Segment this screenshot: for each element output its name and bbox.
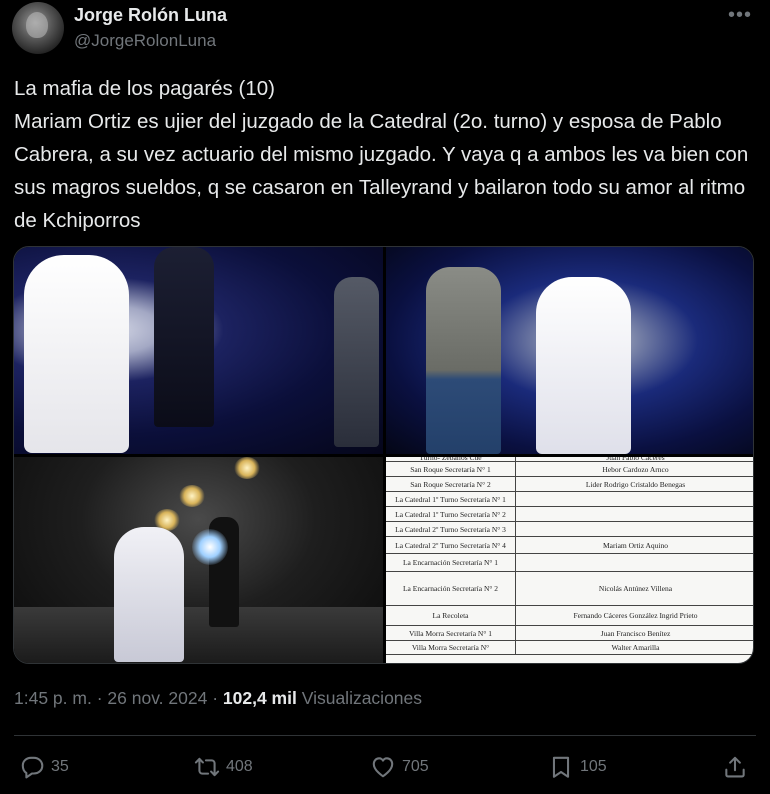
photo-figure	[334, 277, 379, 447]
document-row: La Catedral 1º Turno Secretaría N° 2	[386, 507, 753, 522]
photo-figure	[24, 255, 129, 453]
like-button[interactable]: 705	[370, 752, 429, 782]
document-cell-person: Hebor Cardozo Arnco	[602, 464, 669, 474]
document-row: Villa Morra Secretaría N° 1 Juan Francisc…	[386, 626, 753, 641]
document-cell-office: La Recoleta	[386, 606, 516, 625]
photo-1[interactable]	[14, 247, 383, 454]
photo-2[interactable]	[386, 247, 753, 454]
photo-3[interactable]	[14, 457, 383, 663]
photo-light	[192, 529, 228, 565]
document-cell-office: La Catedral 2º Turno Secretaría N° 3	[386, 522, 516, 536]
tweet-date[interactable]: 26 nov. 2024	[107, 688, 207, 708]
avatar[interactable]	[12, 2, 64, 54]
share-button[interactable]	[722, 752, 748, 782]
meta-separator: ·	[96, 688, 103, 708]
reply-button[interactable]: 35	[19, 752, 69, 782]
document-cell-office: La Catedral 2º Turno Secretaría N° 4	[386, 537, 516, 553]
photo-figure	[154, 247, 214, 427]
document-row: La Catedral 2º Turno Secretaría N° 4 Mari…	[386, 537, 753, 554]
document-cell-person: Juan Pablo Cáceres	[606, 457, 665, 462]
chandelier	[179, 485, 205, 507]
document-cell-office: Villa Morra Secretaría N° 1	[386, 626, 516, 640]
bookmark-icon	[552, 756, 570, 778]
document-cell-person: Juan Francisco Benítez	[600, 628, 671, 638]
document-row: La Encarnación Secretaría N° 1	[386, 554, 753, 572]
document-cell-office: San Roque Secretaría N° 2	[386, 477, 516, 491]
document-cell-person: Nicolás Antúnez Villena	[598, 584, 673, 593]
bookmark-count: 105	[580, 758, 607, 775]
document-row: La Encarnación Secretaría N° 2 Nicolás An…	[386, 572, 753, 606]
reply-icon	[21, 756, 44, 779]
meta-separator: ·	[212, 688, 219, 708]
document-cell-office: La Encarnación Secretaría N° 1	[386, 554, 516, 571]
like-count: 705	[402, 758, 429, 775]
document-cell-office: La Encarnación Secretaría N° 2	[386, 572, 516, 605]
document-row: Villa Morra Secretaría N° Walter Amarilla	[386, 641, 753, 655]
media-grid: Turno- Zeballos Cue Juan Pablo Cáceres San…	[13, 246, 754, 664]
document-row: San Roque Secretaría N° 2 Lider Rodrigo C…	[386, 477, 753, 492]
document-cell-office: San Roque Secretaría N° 1	[386, 462, 516, 476]
more-icon[interactable]: •••	[728, 4, 752, 27]
document-cell-person	[516, 507, 753, 521]
document-row: La Recoleta Fernando Cáceres González Ing…	[386, 606, 753, 626]
document-cell-person: Fernando Cáceres González Ingrid Prieto	[573, 611, 698, 620]
document-row: La Catedral 1º Turno Secretaría N° 1	[386, 492, 753, 507]
tweet-header: Jorge Rolón Luna @JorgeRolonLuna •••	[12, 2, 758, 54]
views-count: 102,4 mil	[222, 688, 297, 708]
photo-4-document[interactable]: Turno- Zeballos Cue Juan Pablo Cáceres San…	[386, 457, 753, 663]
repost-icon	[194, 757, 220, 777]
photo-figure	[426, 267, 501, 454]
repost-button[interactable]: 408	[194, 752, 253, 782]
chandelier	[234, 457, 260, 479]
document-cell-person	[516, 522, 753, 536]
document-cell-person	[516, 492, 753, 506]
bookmark-button[interactable]: 105	[548, 752, 607, 782]
document-cell-office: Villa Morra Secretaría N°	[386, 641, 516, 654]
author-name[interactable]: Jorge Rolón Luna	[74, 5, 227, 26]
repost-count: 408	[226, 758, 253, 775]
document-cell-person: Lider Rodrigo Cristaldo Benegas	[585, 479, 686, 489]
tweet-meta: 1:45 p. m. · 26 nov. 2024 · 102,4 mil Vi…	[14, 688, 422, 709]
author-handle[interactable]: @JorgeRolonLuna	[74, 31, 216, 51]
document-row: La Catedral 2º Turno Secretaría N° 3	[386, 522, 753, 537]
divider	[14, 735, 756, 736]
document-cell-office: La Catedral 1º Turno Secretaría N° 2	[386, 507, 516, 521]
reply-count: 35	[51, 758, 69, 775]
document-cell-person: Mariam Ortiz Aquino	[603, 540, 668, 550]
document-cell-person: Walter Amarilla	[611, 643, 660, 652]
tweet-time[interactable]: 1:45 p. m.	[14, 688, 92, 708]
document-cell-office: Turno- Zeballos Cue	[386, 457, 516, 462]
document-row: San Roque Secretaría N° 1 Hebor Cardozo A…	[386, 462, 753, 477]
document-cell-office: La Catedral 1º Turno Secretaría N° 1	[386, 492, 516, 506]
document-cell-person	[516, 554, 753, 571]
photo-figure	[114, 527, 184, 662]
views-label: Visualizaciones	[301, 688, 423, 708]
tweet-text: La mafia de los pagarés (10) Mariam Orti…	[14, 77, 749, 232]
photo-floor	[14, 607, 383, 663]
share-icon	[725, 756, 745, 778]
photo-figure	[536, 277, 631, 454]
heart-icon	[372, 757, 394, 778]
